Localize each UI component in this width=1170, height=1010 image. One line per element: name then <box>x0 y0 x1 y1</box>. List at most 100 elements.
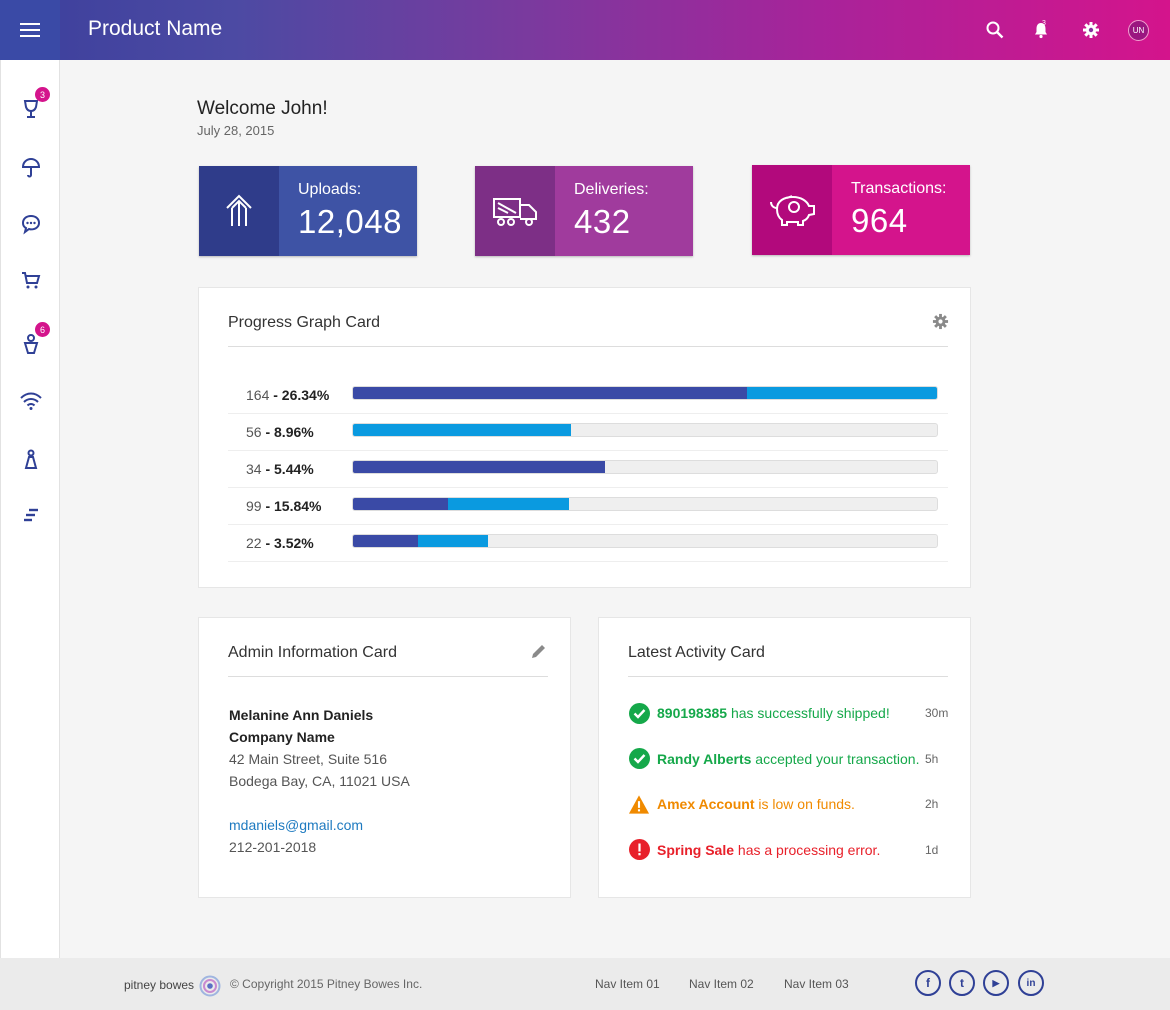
activity-item[interactable]: Spring Sale has a processing error. 1d <box>628 838 948 862</box>
user-avatar[interactable]: UN <box>1128 20 1149 41</box>
footer-logo-text: pitney bowes <box>124 978 195 993</box>
check-circle-icon <box>628 702 650 724</box>
transactions-tile[interactable]: Transactions: 964 <box>752 165 970 255</box>
sidebar-item-person[interactable]: 6 <box>16 322 50 359</box>
product-title: Product Name <box>88 17 223 40</box>
progress-label: 99 - 15.84% <box>246 498 322 514</box>
progress-segment-primary <box>353 498 448 510</box>
facebook-icon[interactable]: f <box>915 970 941 996</box>
top-app-bar: Product Name 3 UN <box>0 0 1170 60</box>
activity-message: has a processing error. <box>734 841 881 858</box>
progress-segment-secondary <box>418 535 488 547</box>
sidebar-item-umbrella[interactable] <box>16 153 46 183</box>
progress-card-title: Progress Graph Card <box>228 314 381 331</box>
progress-segment-secondary <box>747 387 937 399</box>
sidebar-badge: 6 <box>35 322 50 337</box>
list-icon <box>24 508 38 522</box>
activity-item[interactable]: Randy Alberts accepted your transaction.… <box>628 747 948 771</box>
progress-segment-primary <box>353 461 605 473</box>
activity-item[interactable]: Amex Account is low on funds. 2h <box>628 792 948 816</box>
search-icon <box>986 21 1004 39</box>
admin-company: Company Name <box>229 729 335 745</box>
progress-bar <box>352 386 938 400</box>
progress-segment-secondary <box>353 424 571 436</box>
wifi-icon <box>20 392 42 410</box>
check-circle-icon <box>628 748 650 770</box>
admin-email-link[interactable]: mdaniels@gmail.com <box>229 817 363 833</box>
sidebar-badge: 3 <box>35 87 50 102</box>
uploads-body: Uploads: 12,048 <box>279 166 417 256</box>
footer-nav-item-03[interactable]: Nav Item 03 <box>784 977 849 991</box>
progress-row: 22 - 3.52% <box>228 525 948 562</box>
trophy-icon <box>23 100 39 118</box>
admin-information-card: Admin Information Card Melanine Ann Dani… <box>198 617 571 898</box>
welcome-heading: Welcome John! <box>197 98 328 119</box>
pencil-icon <box>532 645 545 658</box>
card-divider <box>228 676 548 677</box>
progress-bar <box>352 497 938 511</box>
progress-graph-card: Progress Graph Card 164 - 26.34% 56 - 8.9… <box>198 287 971 588</box>
uploads-tile[interactable]: Uploads: 12,048 <box>199 166 417 256</box>
activity-subject: Randy Alberts <box>657 750 752 767</box>
activity-subject: Spring Sale <box>657 841 735 858</box>
sidebar-item-wifi[interactable] <box>16 386 46 416</box>
activity-text: Randy Alberts accepted your transaction. <box>657 751 920 767</box>
settings-button[interactable] <box>1077 16 1105 44</box>
umbrella-icon <box>21 157 41 178</box>
pawn-icon <box>24 449 38 469</box>
admin-details: Melanine Ann Daniels Company Name 42 Mai… <box>229 704 410 858</box>
search-button[interactable] <box>981 16 1009 44</box>
edit-button[interactable] <box>530 643 547 665</box>
card-divider <box>228 346 948 347</box>
sidebar-item-cart[interactable] <box>16 265 46 295</box>
progress-percent: - 8.96% <box>261 424 314 440</box>
progress-count: 99 <box>246 498 262 514</box>
progress-percent: - 26.34% <box>269 387 330 403</box>
progress-row: 164 - 26.34% <box>228 377 948 414</box>
linkedin-icon[interactable]: in <box>1018 970 1044 996</box>
hamburger-icon <box>20 23 40 37</box>
activity-time: 5h <box>925 751 939 766</box>
uploads-icon-box <box>199 166 279 256</box>
pitney-bowes-logo-icon <box>199 975 221 997</box>
progress-row: 56 - 8.96% <box>228 414 948 451</box>
sidebar-item-chat[interactable] <box>16 209 46 239</box>
twitter-icon[interactable]: t <box>949 970 975 996</box>
admin-phone: 212-201-2018 <box>229 839 317 855</box>
person-icon <box>23 334 39 354</box>
progress-count: 22 <box>246 535 262 551</box>
piggy-bank-icon <box>770 195 815 226</box>
uploads-label: Uploads: <box>298 181 362 198</box>
notifications-button[interactable]: 3 <box>1027 16 1055 44</box>
activity-text: 890198385 has successfully shipped! <box>657 705 890 721</box>
copyright-text: © Copyright 2015 Pitney Bowes Inc. <box>230 977 423 991</box>
progress-label: 164 - 26.34% <box>246 387 329 403</box>
sidebar-item-list[interactable] <box>16 501 46 531</box>
progress-count: 56 <box>246 424 262 440</box>
progress-count: 34 <box>246 461 262 477</box>
sidebar-item-trophy[interactable]: 3 <box>16 87 50 124</box>
progress-label: 56 - 8.96% <box>246 424 314 440</box>
progress-count: 164 <box>246 387 270 403</box>
progress-percent: - 15.84% <box>261 498 322 514</box>
youtube-icon[interactable]: ▶ <box>983 970 1009 996</box>
admin-address-line-2: Bodega Bay, CA, 11021 USA <box>229 773 410 789</box>
sidebar-item-pawn[interactable] <box>16 445 46 475</box>
hamburger-menu-button[interactable] <box>0 0 60 60</box>
deliveries-tile[interactable]: Deliveries: 432 <box>475 166 693 256</box>
transactions-icon-box <box>752 165 832 255</box>
progress-row: 99 - 15.84% <box>228 488 948 525</box>
activity-time: 2h <box>925 797 939 811</box>
progress-percent: - 3.52% <box>261 535 314 551</box>
progress-bar <box>352 460 938 474</box>
progress-segment-primary <box>353 387 747 399</box>
activity-item[interactable]: 890198385 has successfully shipped! 30m <box>628 701 948 725</box>
progress-card-settings-button[interactable] <box>932 313 949 335</box>
progress-row: 34 - 5.44% <box>228 451 948 488</box>
footer-nav-item-02[interactable]: Nav Item 02 <box>689 977 754 991</box>
progress-segment-primary <box>353 535 418 547</box>
transactions-value: 964 <box>851 202 908 239</box>
admin-address-line-1: 42 Main Street, Suite 516 <box>229 751 387 767</box>
gear-icon <box>1083 22 1099 38</box>
footer-nav-item-01[interactable]: Nav Item 01 <box>595 977 660 991</box>
